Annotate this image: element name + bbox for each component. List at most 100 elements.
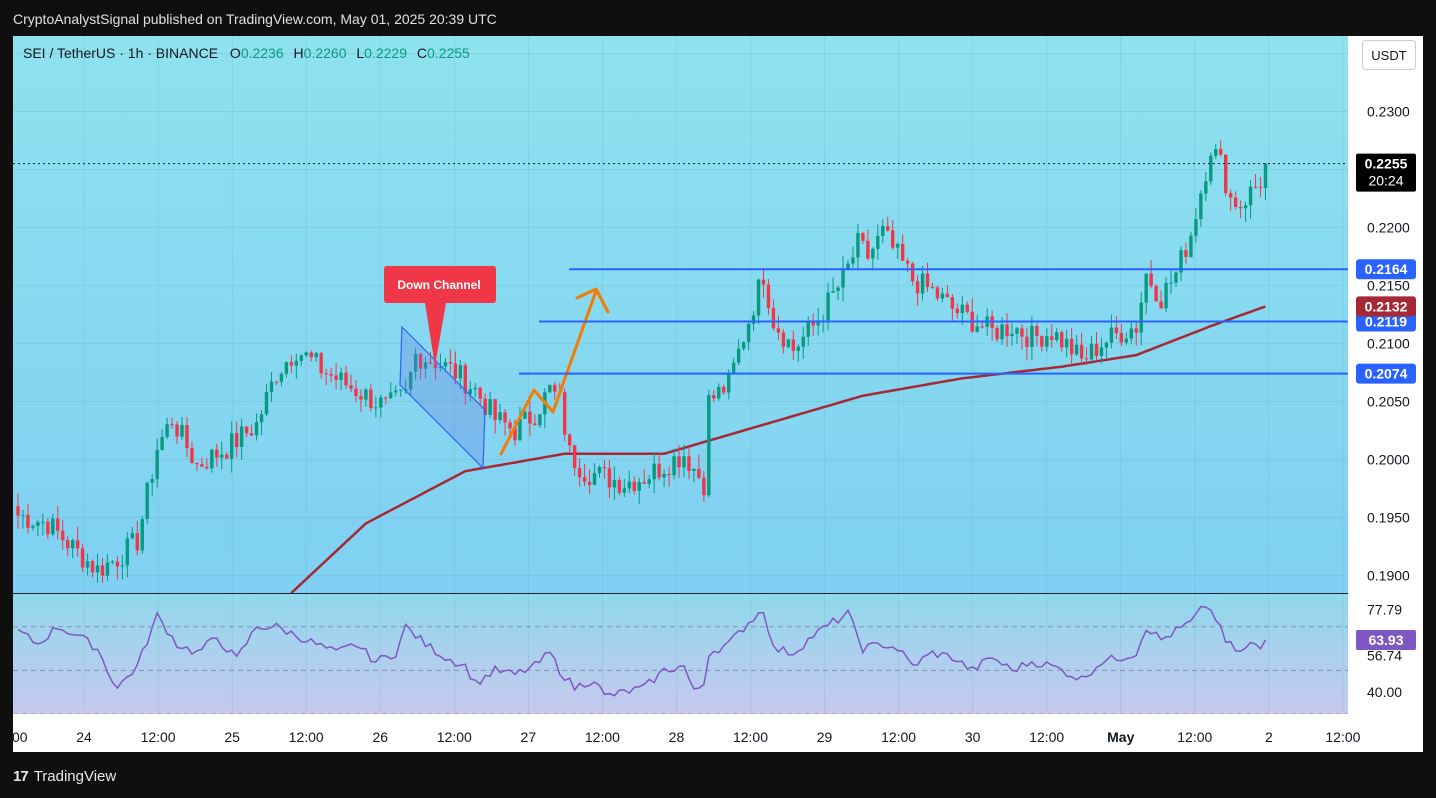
price-chart[interactable]: Down Channel 0.23500.23000.22500.22000.2… [13, 36, 1423, 752]
time-axis: 12:00 24 12:00 25 12:00 26 12:00 27 12:00 28 12:00… [13, 714, 1423, 752]
countdown-label: 20:24 [1368, 173, 1403, 189]
candle-body [756, 279, 761, 316]
tradingview-footer[interactable]: 17 TradingView [13, 766, 116, 786]
candle-body [1174, 272, 1178, 283]
candle-body [741, 342, 746, 349]
candle-body [170, 424, 174, 426]
currency-unit-button[interactable]: USDT [1362, 40, 1416, 70]
time-tick-label: 12:00 [1325, 729, 1360, 745]
candle-body [1089, 343, 1094, 360]
candle-body [776, 328, 781, 333]
candle-body [945, 293, 950, 298]
candle-body [1243, 205, 1248, 209]
candle-body [687, 456, 691, 471]
candle-body [577, 468, 582, 478]
candle-body [940, 293, 945, 299]
publisher-bar: CryptoAnalystSignal published on Trading… [0, 0, 1436, 36]
candle-body [1154, 285, 1158, 302]
candle-body [215, 449, 219, 458]
candle-body [359, 395, 363, 400]
candle-body [269, 381, 274, 393]
candle-body [622, 488, 627, 493]
candle-body [458, 365, 463, 379]
candle-body [314, 353, 318, 358]
candle-body [587, 481, 592, 485]
candle-body [1050, 336, 1054, 340]
candle-body [508, 422, 512, 429]
candle-body [284, 362, 289, 374]
candle-body [796, 346, 800, 351]
candle-body [364, 389, 368, 400]
time-tick-label: 24 [76, 729, 92, 745]
candle-body [294, 360, 299, 366]
high-label: H [293, 45, 304, 61]
candle-body [1258, 187, 1263, 189]
candle-body [1139, 302, 1143, 333]
candle-body [75, 540, 80, 549]
time-tick-label: 30 [965, 729, 981, 745]
candle-body [150, 479, 154, 483]
candle-body [717, 386, 721, 399]
candle-body [731, 362, 736, 374]
time-tick-label: 29 [817, 729, 833, 745]
candle-body [1109, 327, 1114, 343]
candle-body [1055, 332, 1059, 340]
candle-body [140, 518, 144, 551]
candle-body [130, 533, 135, 539]
candle-body [205, 466, 209, 469]
candle-body [239, 426, 244, 447]
candle-body [920, 273, 925, 294]
candle-body [135, 533, 139, 551]
candle-body [195, 462, 199, 465]
candle-body [905, 260, 910, 264]
main-pane-background [13, 36, 1348, 593]
candle-body [667, 473, 671, 476]
candle-body [1104, 342, 1109, 348]
candle-body [125, 538, 130, 566]
candle-body [374, 407, 378, 409]
time-tick-label: 12:00 [1029, 729, 1064, 745]
candle-body [1149, 273, 1153, 286]
candle-body [1199, 193, 1203, 220]
candle-body [702, 477, 706, 496]
candle-body [448, 361, 453, 364]
time-tick-label: 12:00 [289, 729, 324, 745]
time-tick-label: 12:00 [881, 729, 916, 745]
candle-body [1124, 338, 1129, 343]
time-tick-label: 26 [372, 729, 388, 745]
candle-body [443, 361, 448, 367]
candle-body [185, 425, 189, 449]
candle-body [389, 392, 393, 399]
candle-body [21, 515, 25, 517]
candle-body [1069, 338, 1074, 355]
candle-body [1114, 327, 1119, 334]
price-tick-label: 0.1900 [1367, 568, 1410, 584]
candle-body [1000, 324, 1004, 340]
candle-body [1010, 333, 1014, 337]
candle-body [85, 561, 90, 568]
rsi-tick-label: 56.74 [1367, 648, 1402, 664]
candle-body [145, 482, 149, 519]
candle-body [244, 426, 249, 434]
candle-body [56, 518, 60, 531]
candle-body [1040, 335, 1044, 347]
candle-body [1074, 344, 1079, 355]
candle-body [697, 468, 701, 478]
candle-body [891, 230, 895, 248]
candle-body [220, 454, 224, 458]
candle-body [468, 389, 472, 394]
publisher-text: CryptoAnalystSignal published on Trading… [13, 11, 497, 27]
candle-body [110, 561, 115, 563]
candle-body [160, 436, 164, 451]
candle-body [230, 433, 234, 459]
time-tick-label: 12:00 [141, 729, 176, 745]
candle-body [354, 388, 358, 396]
candle-body [100, 565, 105, 576]
candle-body [1248, 186, 1253, 206]
candle-body [1194, 219, 1198, 236]
pane-separator [13, 593, 1348, 594]
candle-body [398, 389, 403, 391]
candle-body [1159, 301, 1163, 309]
price-axis: 0.23500.23000.22500.22000.21500.21000.20… [1348, 36, 1423, 752]
symbol-legend: SEI / TetherUS · 1h · BINANCE O0.2236 H0… [23, 45, 476, 61]
